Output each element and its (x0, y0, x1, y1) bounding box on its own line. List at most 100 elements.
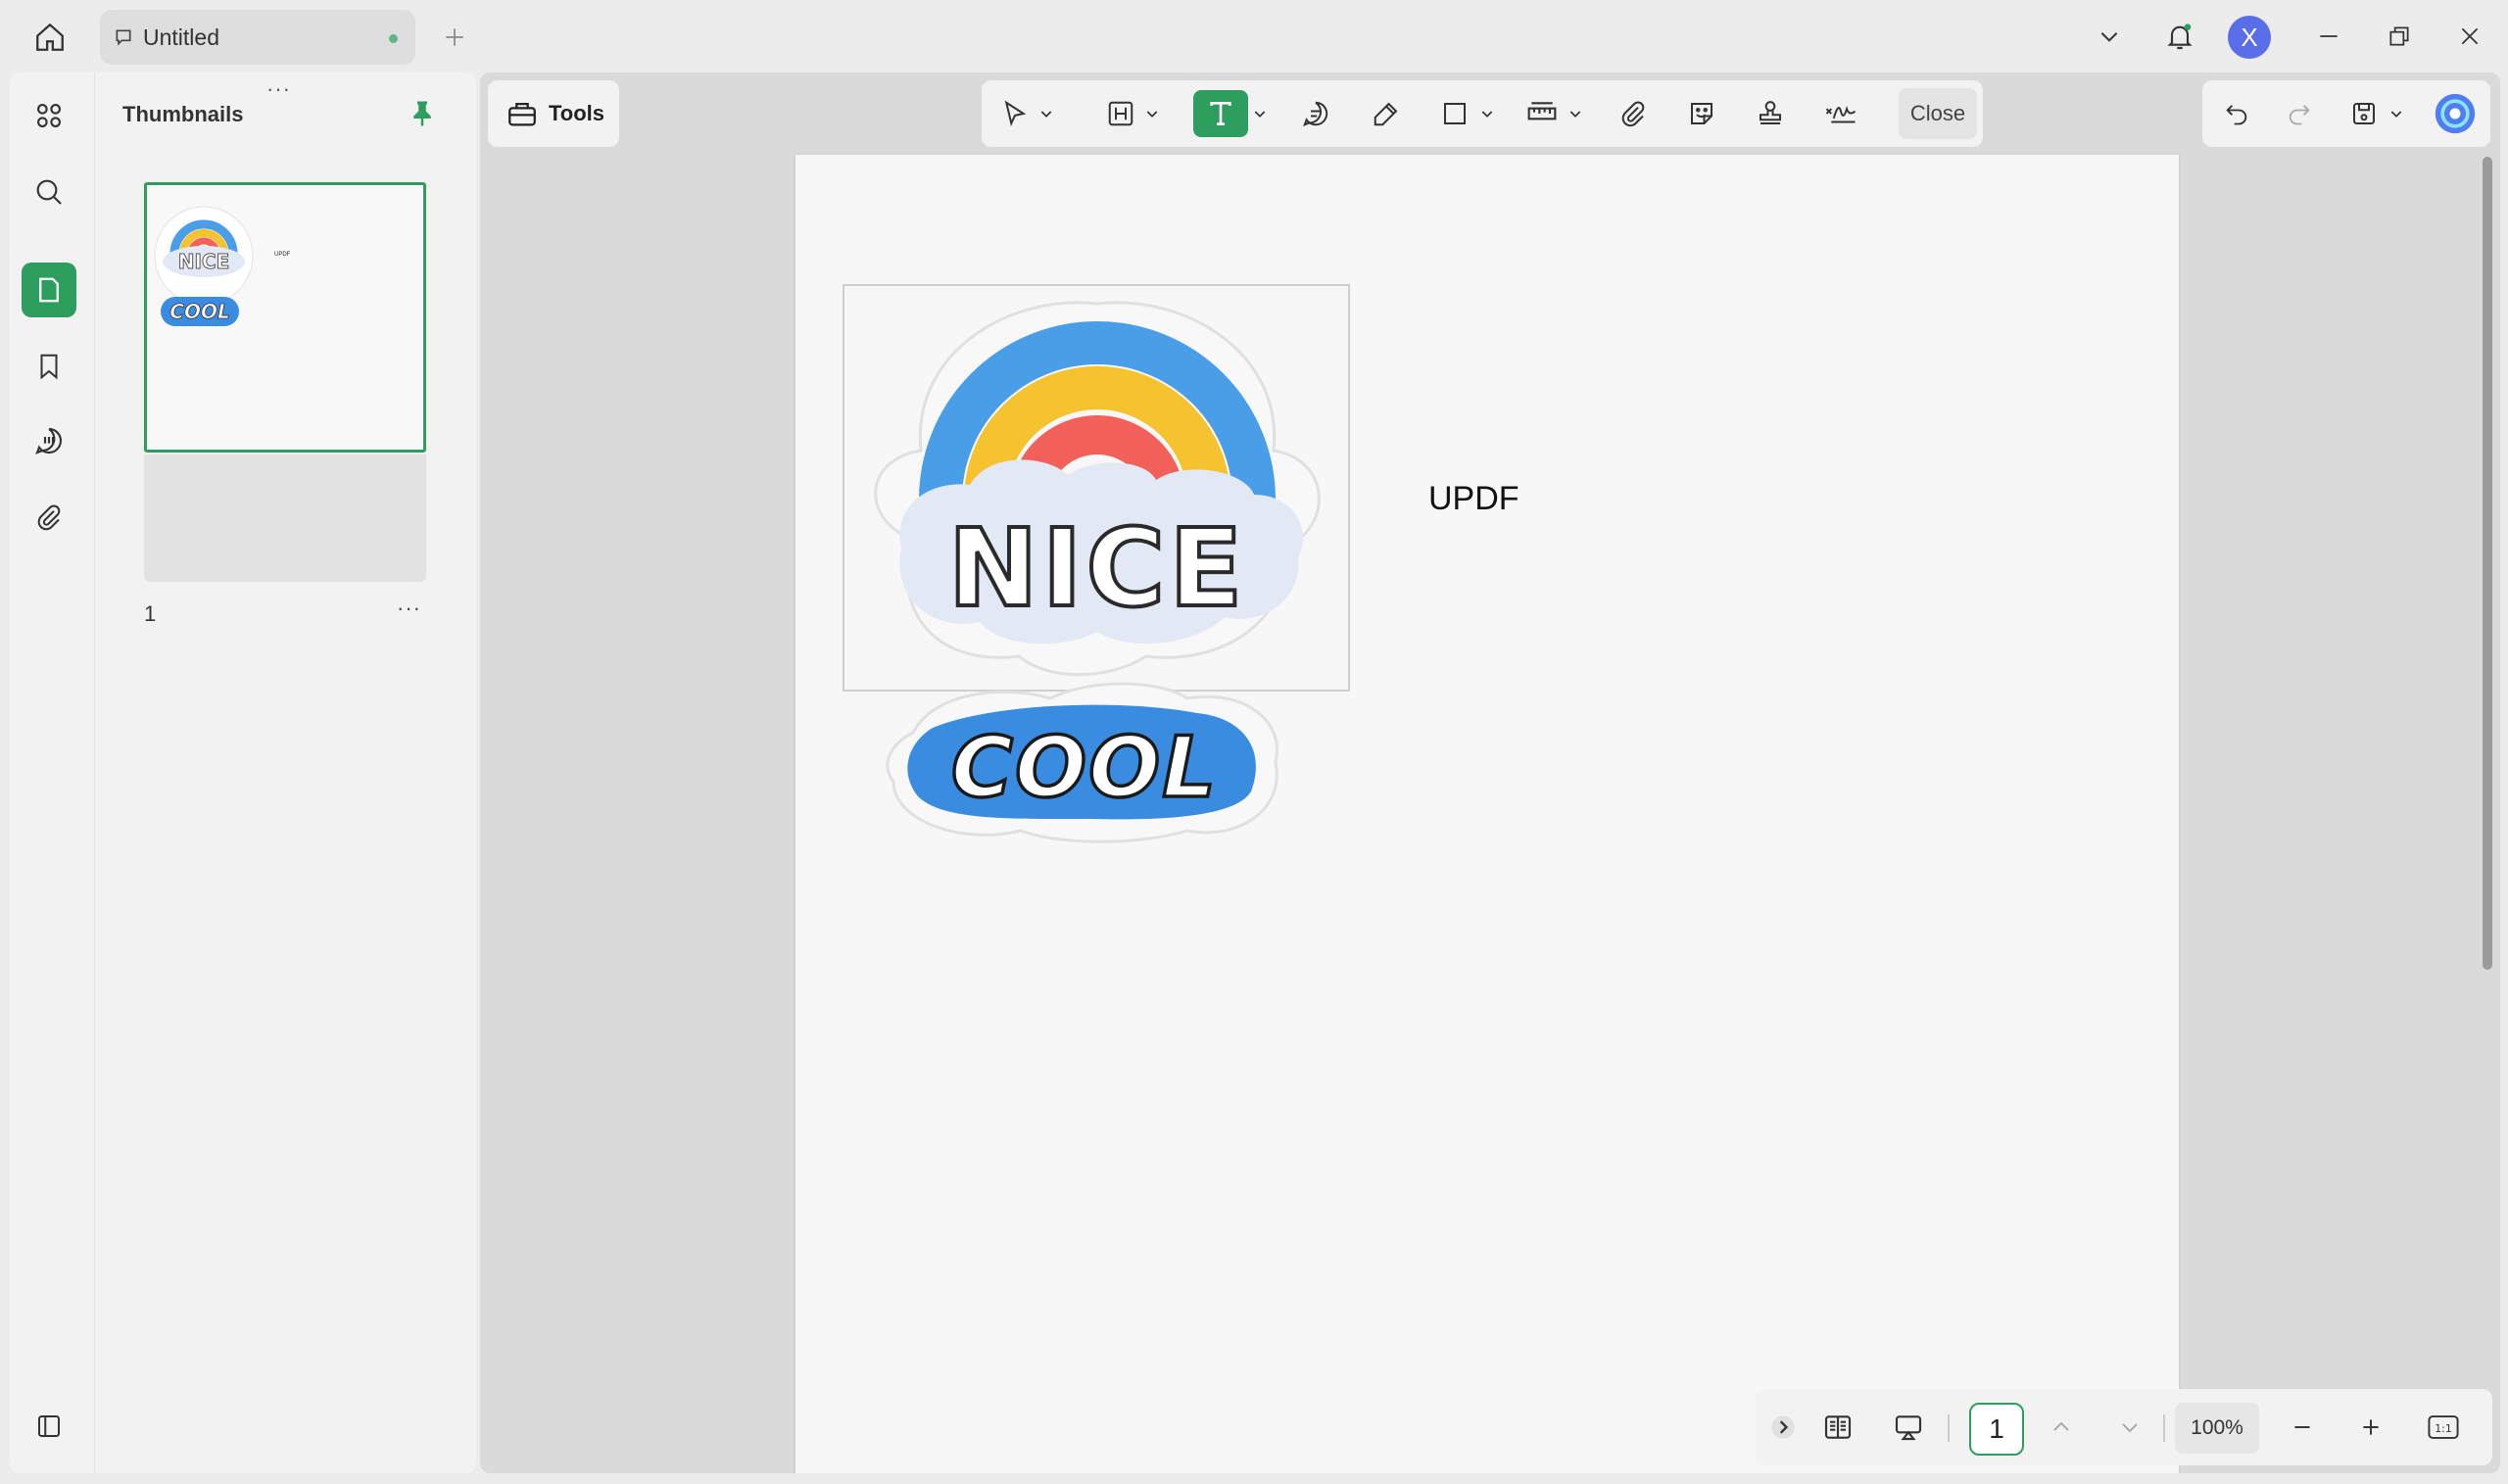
undo-icon (2226, 105, 2247, 125)
actual-size-button[interactable]: 1:1 (2422, 1403, 2465, 1452)
plus-icon (446, 28, 463, 46)
chevron-down-icon[interactable] (1252, 106, 1268, 121)
svg-text:COOL: COOL (169, 300, 229, 323)
heading-icon (1108, 101, 1133, 126)
collapse-nav-button[interactable] (1767, 1403, 1799, 1452)
redo-icon (2289, 105, 2310, 125)
close-window-button[interactable] (2447, 14, 2492, 59)
plus-icon (2363, 1419, 2379, 1435)
rail-item-bookmarks[interactable] (22, 339, 76, 394)
updf-text-box[interactable]: UPDF (1428, 480, 1519, 518)
cursor-icon (1004, 100, 1027, 127)
vertical-scrollbar[interactable] (2483, 157, 2492, 970)
pin-panel-button[interactable] (403, 94, 442, 133)
right-toolbar (2202, 80, 2490, 147)
thumbnail-mini-text: UPDF (274, 252, 291, 258)
text-icon (1210, 102, 1231, 125)
rail-item-search[interactable] (22, 165, 76, 219)
cool-sticker-text: COOL (951, 719, 1218, 817)
chevron-down-icon[interactable] (2388, 106, 2404, 121)
restore-button[interactable] (2377, 14, 2422, 59)
save-icon (2353, 103, 2375, 124)
next-page-button[interactable] (2110, 1403, 2149, 1452)
chevron-right-icon (1771, 1415, 1795, 1439)
page-number-input[interactable]: 1 (1969, 1403, 2024, 1456)
tools-label: Tools (549, 101, 605, 125)
nice-rainbow-sticker[interactable]: NICE (852, 294, 1342, 686)
home-button[interactable] (27, 16, 72, 59)
rail-item-organize[interactable] (22, 88, 76, 143)
pdf-page[interactable]: NICE COOL UPDF (796, 155, 2179, 1473)
zoom-in-button[interactable] (2351, 1403, 2390, 1452)
select-tool[interactable] (995, 90, 1035, 137)
stamp-tool[interactable] (1750, 90, 1791, 137)
chevron-down-icon (2122, 1423, 2138, 1433)
panel-drag-handle[interactable]: ··· (266, 76, 291, 102)
measure-tool[interactable] (1520, 90, 1564, 137)
chevron-down-icon[interactable] (1479, 106, 1495, 121)
paperclip-icon (37, 504, 61, 531)
square-icon (1444, 103, 1466, 124)
actual-size-label: 1:1 (2435, 1422, 2452, 1435)
chevron-down-icon[interactable] (1144, 106, 1160, 121)
avatar[interactable]: X (2228, 16, 2271, 59)
title-bar: Untitled X (0, 0, 2508, 72)
highlight-tool[interactable] (1101, 90, 1140, 137)
ai-assistant-icon (2435, 93, 2476, 134)
divider (2163, 1414, 2165, 1442)
document-tab[interactable]: Untitled (100, 10, 415, 65)
bookmark-icon (40, 354, 58, 380)
thumbnail-preview[interactable]: NICE COOL UPDF (144, 182, 426, 453)
tools-button[interactable]: Tools (488, 80, 619, 147)
toolbox-icon (508, 102, 536, 126)
chevron-down-icon[interactable] (1038, 106, 1054, 121)
previous-page-button[interactable] (2042, 1403, 2081, 1452)
undo-button[interactable] (2216, 90, 2257, 137)
close-toolbar-button[interactable]: Close (1899, 88, 1977, 139)
page-layout-button[interactable] (1816, 1403, 1859, 1452)
rail-item-comments[interactable] (22, 413, 76, 468)
signature-tool[interactable] (1818, 90, 1863, 137)
text-tool[interactable] (1193, 90, 1248, 137)
home-icon (36, 23, 64, 51)
sticker-tool[interactable] (1681, 90, 1722, 137)
pencil-icon (1374, 102, 1398, 126)
zoom-level[interactable]: 100% (2175, 1403, 2259, 1454)
save-button[interactable] (2343, 90, 2385, 137)
rail-item-attachments[interactable] (22, 490, 76, 545)
thumbnail-stickers: NICE COOL UPDF (154, 206, 291, 326)
shape-tool[interactable] (1434, 90, 1475, 137)
avatar-initial: X (2241, 22, 2258, 52)
chevron-down-icon[interactable] (1568, 106, 1583, 121)
cool-sticker[interactable]: COOL (874, 674, 1295, 850)
notifications-button[interactable] (2157, 14, 2202, 59)
thumbnail-footer (144, 455, 426, 582)
rail-item-thumbnails[interactable] (22, 263, 76, 317)
unsaved-dot (389, 34, 398, 43)
presentation-button[interactable] (1885, 1403, 1932, 1452)
rail-item-settings[interactable] (22, 1399, 76, 1454)
page-thumbnail[interactable]: NICE COOL UPDF 1 ··· (144, 182, 426, 654)
search-icon (36, 179, 62, 205)
redo-button[interactable] (2279, 90, 2320, 137)
ai-assistant-button[interactable] (2432, 90, 2479, 137)
thumbnail-more-button[interactable]: ··· (397, 596, 421, 621)
left-rail (10, 72, 94, 1473)
thumbnails-panel: ··· Thumbnails NICE COOL UPDF 1 ··· (94, 72, 476, 1473)
ruler-icon (1527, 102, 1557, 120)
sidebar-toggle-icon (38, 1415, 60, 1437)
book-layout-icon (1824, 1415, 1852, 1439)
minimize-button[interactable] (2306, 14, 2351, 59)
minimize-icon (2320, 35, 2338, 37)
new-tab-button[interactable] (435, 18, 474, 57)
page-icon (39, 277, 59, 303)
attachment-tool[interactable] (1613, 90, 1654, 137)
zoom-out-button[interactable] (2283, 1403, 2322, 1452)
comment-list-icon (35, 427, 63, 455)
pencil-tool[interactable] (1366, 90, 1407, 137)
close-icon (2461, 27, 2479, 45)
restore-icon (2389, 26, 2409, 46)
grid-icon (36, 103, 62, 128)
comment-tool[interactable] (1295, 90, 1336, 137)
tabs-dropdown-button[interactable] (2087, 14, 2132, 59)
